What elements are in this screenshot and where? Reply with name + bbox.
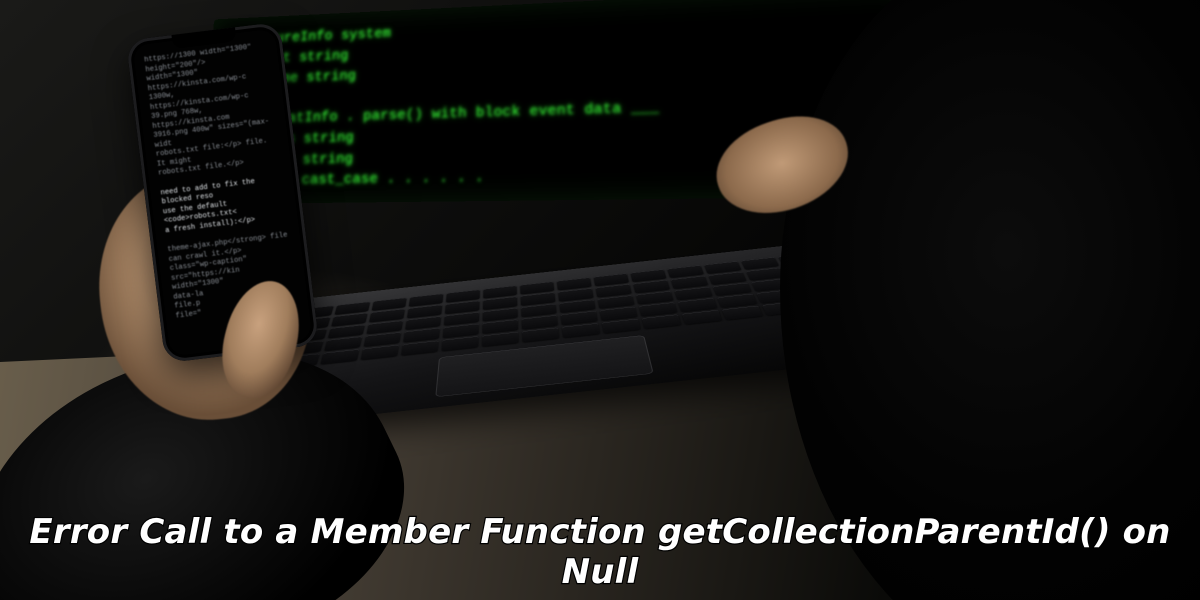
laptop-key [722,306,763,320]
person-silhouette [780,0,1200,600]
photo-scene: # CultureInfo system Format string Runti… [0,0,1200,600]
laptop-key [642,314,681,329]
laptop-key [320,349,359,364]
image-caption: Error Call to a Member Function getColle… [0,512,1200,592]
laptop-key [361,345,399,360]
laptop-key [401,341,438,356]
laptop-key [442,336,479,351]
laptop-key [522,328,559,343]
laptop-key [682,310,722,325]
laptop-key [602,319,641,334]
laptop-key [482,332,518,347]
laptop-key [562,323,600,338]
